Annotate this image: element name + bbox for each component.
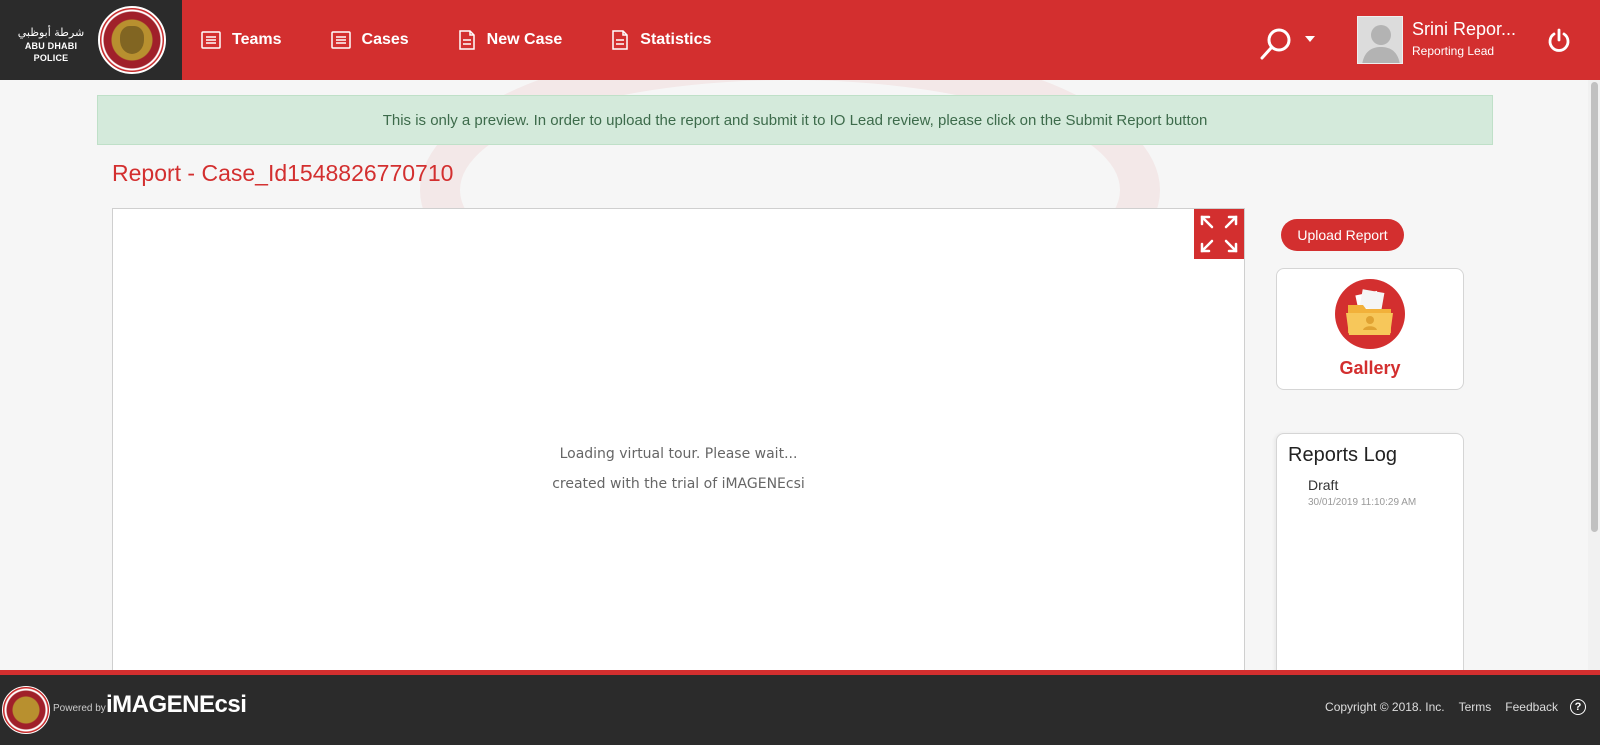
logo-text: شرطة أبوظبي ABU DHABI POLICE <box>8 26 94 64</box>
feedback-link[interactable]: Feedback <box>1505 700 1558 714</box>
power-icon <box>1548 28 1570 52</box>
help-icon[interactable]: ? <box>1570 699 1586 715</box>
trial-message: created with the trial of iMAGENEcsi <box>552 476 805 492</box>
list-icon <box>330 31 351 49</box>
virtual-tour-viewer[interactable]: Loading virtual tour. Please wait... cre… <box>112 208 1245 674</box>
footer-links: Copyright © 2018. Inc. Terms Feedback ? <box>1311 699 1586 715</box>
nav-label: Teams <box>232 31 282 48</box>
logo-english: ABU DHABI POLICE <box>24 41 78 63</box>
main-content: This is only a preview. In order to uplo… <box>0 80 1588 674</box>
nav-teams[interactable]: Teams <box>200 29 282 51</box>
logo[interactable]: شرطة أبوظبي ABU DHABI POLICE <box>0 0 182 80</box>
police-emblem-icon <box>98 6 166 74</box>
expand-icon <box>1200 215 1238 253</box>
avatar[interactable] <box>1357 16 1403 64</box>
fullscreen-button[interactable] <box>1194 209 1244 259</box>
main-nav: Teams Cases New Case Statistics <box>200 0 759 80</box>
top-header: شرطة أبوظبي ABU DHABI POLICE Teams Cases… <box>0 0 1600 80</box>
product-name: iMAGENEcsi <box>106 691 247 718</box>
user-name[interactable]: Srini Repor... <box>1412 19 1524 40</box>
list-icon <box>201 31 221 49</box>
chevron-down-icon[interactable] <box>1305 36 1315 42</box>
user-role: Reporting Lead <box>1412 44 1495 58</box>
police-emblem-icon <box>2 686 50 734</box>
nav-statistics[interactable]: Statistics <box>610 29 711 51</box>
gallery-card[interactable]: Gallery <box>1276 268 1464 390</box>
logo-arabic: شرطة أبوظبي <box>17 26 85 39</box>
nav-label: Cases <box>361 31 409 48</box>
nav-cases[interactable]: Cases <box>330 29 409 51</box>
reports-log-title: Reports Log <box>1288 444 1397 466</box>
page-scrollbar[interactable] <box>1588 80 1600 674</box>
loading-message: Loading virtual tour. Please wait... <box>559 446 798 462</box>
log-entry-date: 30/01/2019 11:10:29 AM <box>1308 497 1417 508</box>
logout-button[interactable] <box>1546 28 1572 59</box>
document-icon <box>458 30 475 50</box>
reports-log-panel: Reports Log Draft 30/01/2019 11:10:29 AM <box>1276 433 1464 674</box>
page-title: Report - Case_Id1548826770710 <box>112 160 454 186</box>
upload-report-button[interactable]: Upload Report <box>1281 219 1404 251</box>
search-icon <box>1260 28 1291 60</box>
nav-label: New Case <box>486 31 563 48</box>
powered-by-label: Powered by <box>53 703 106 714</box>
footer: Powered by iMAGENEcsi Copyright © 2018. … <box>0 675 1600 745</box>
gallery-label: Gallery <box>1339 358 1401 378</box>
terms-link[interactable]: Terms <box>1459 700 1492 714</box>
folder-icon <box>1335 279 1405 349</box>
copyright-text: Copyright © 2018. Inc. <box>1325 700 1445 714</box>
scrollbar-thumb[interactable] <box>1591 82 1598 532</box>
document-icon <box>612 30 629 50</box>
log-entry-status[interactable]: Draft <box>1308 477 1338 493</box>
search-button[interactable] <box>1258 26 1294 67</box>
user-icon <box>1362 25 1400 63</box>
nav-new-case[interactable]: New Case <box>457 29 563 51</box>
nav-label: Statistics <box>640 31 712 48</box>
preview-alert: This is only a preview. In order to uplo… <box>97 95 1493 145</box>
